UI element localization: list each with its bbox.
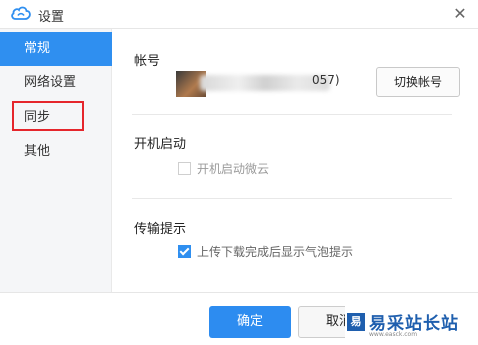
cloud-icon: [11, 6, 31, 20]
sidebar-item-network[interactable]: 网络设置: [0, 66, 112, 100]
settings-sidebar: 常规 网络设置 同步 其他: [0, 29, 112, 292]
account-section-label: 帐号: [134, 54, 161, 69]
account-id-suffix: 057): [312, 73, 340, 87]
transfer-section-label: 传输提示: [134, 222, 187, 237]
sidebar-item-sync[interactable]: 同步: [0, 101, 112, 135]
divider: [132, 114, 452, 115]
startup-checkbox[interactable]: [178, 162, 191, 175]
title-bar: 设置 ✕: [0, 0, 478, 29]
transfer-checkbox-row[interactable]: 上传下载完成后显示气泡提示: [178, 243, 353, 260]
sidebar-item-other[interactable]: 其他: [0, 135, 112, 169]
switch-account-button[interactable]: 切换帐号: [376, 67, 460, 97]
close-icon[interactable]: ✕: [450, 4, 470, 24]
startup-checkbox-label: 开机启动微云: [197, 162, 270, 176]
transfer-checkbox-label: 上传下载完成后显示气泡提示: [197, 245, 354, 259]
window-title: 设置: [38, 10, 65, 25]
divider: [132, 198, 452, 199]
easck-logo-icon: 易: [347, 313, 365, 331]
watermark: 易 易采站长站 www.easck.com: [345, 305, 478, 345]
check-icon[interactable]: [178, 245, 191, 258]
watermark-url: www.easck.com: [369, 331, 418, 338]
blurred-account-name: [200, 75, 330, 91]
sidebar-item-general[interactable]: 常规: [0, 32, 112, 66]
settings-panel: 帐号 057) 切换帐号 开机启动 开机启动微云 传输提示 上传下载完成后显示气…: [112, 29, 478, 292]
startup-section-label: 开机启动: [134, 137, 187, 152]
ok-button[interactable]: 确定: [209, 306, 291, 338]
startup-checkbox-row[interactable]: 开机启动微云: [178, 160, 269, 177]
